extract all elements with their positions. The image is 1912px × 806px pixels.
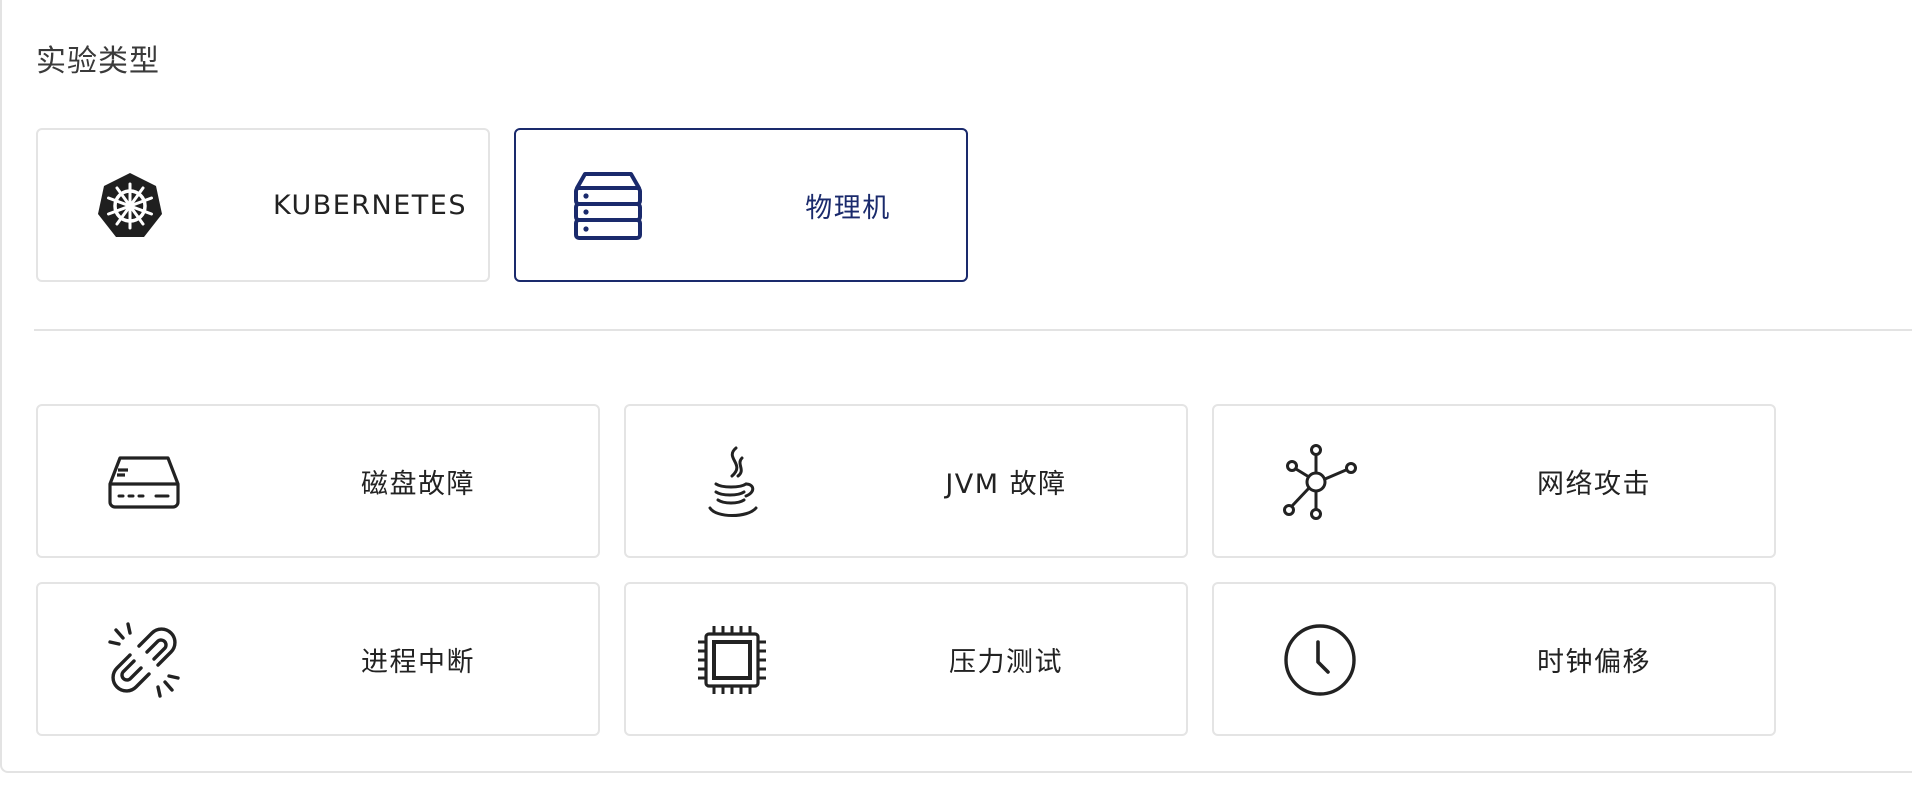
cpu-chip-icon <box>694 622 770 698</box>
fault-card-label: 磁盘故障 <box>361 468 475 500</box>
section-title: 实验类型 <box>36 44 160 79</box>
type-card-label: 物理机 <box>805 192 891 224</box>
type-card-label: KUBERNETES <box>272 189 468 221</box>
fault-card-label: 时钟偏移 <box>1537 646 1651 678</box>
type-card-physical-machine[interactable]: 物理机 <box>514 128 968 282</box>
type-card-kubernetes[interactable]: KUBERNETES <box>36 128 490 282</box>
fault-card-label: 压力测试 <box>949 646 1063 678</box>
fault-card-process[interactable]: 进程中断 <box>36 582 600 736</box>
clock-icon <box>1282 622 1358 698</box>
fault-card-disk[interactable]: 磁盘故障 <box>36 404 600 558</box>
broken-link-icon <box>106 622 182 698</box>
hard-drive-icon <box>106 444 182 520</box>
kubernetes-icon <box>92 168 168 244</box>
server-icon <box>570 168 646 244</box>
fault-card-stress[interactable]: 压力测试 <box>624 582 1188 736</box>
fault-card-clock[interactable]: 时钟偏移 <box>1212 582 1776 736</box>
fault-card-label: 进程中断 <box>361 646 475 678</box>
fault-card-network[interactable]: 网络攻击 <box>1212 404 1776 558</box>
fault-card-label: 网络攻击 <box>1537 468 1651 500</box>
java-icon <box>694 444 770 520</box>
network-icon <box>1282 444 1358 520</box>
fault-card-label: JVM 故障 <box>945 468 1067 500</box>
section-divider <box>34 329 1912 331</box>
fault-card-jvm[interactable]: JVM 故障 <box>624 404 1188 558</box>
